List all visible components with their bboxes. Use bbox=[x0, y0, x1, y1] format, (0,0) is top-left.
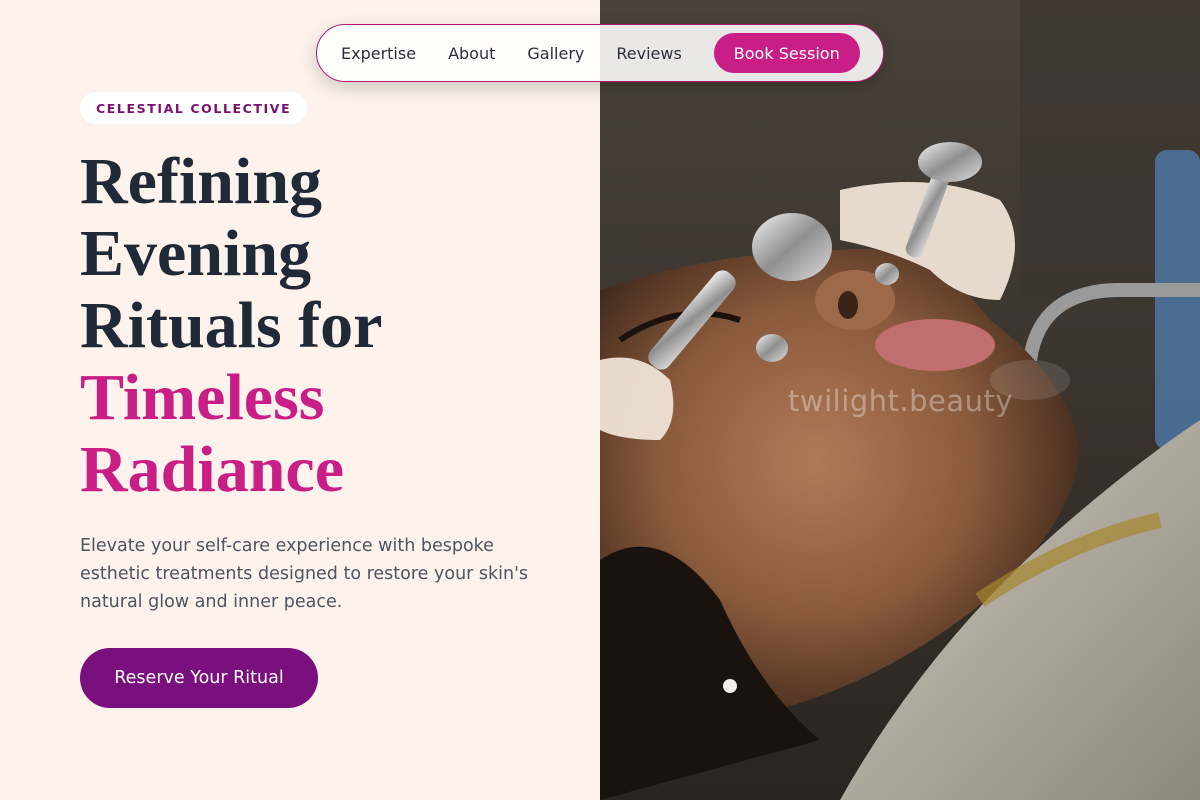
headline-line-2: Evening bbox=[80, 217, 312, 290]
book-session-button[interactable]: Book Session bbox=[713, 33, 860, 73]
nav-link-expertise[interactable]: Expertise bbox=[341, 44, 416, 63]
watermark-text: twilight.beauty bbox=[788, 384, 1014, 418]
hero-headline: Refining Evening Rituals for Timeless Ra… bbox=[80, 146, 580, 506]
headline-accent-line-2: Radiance bbox=[80, 433, 344, 506]
hero-image: twilight.beauty bbox=[600, 0, 1200, 800]
headline-accent-line-1: Timeless bbox=[80, 361, 325, 434]
top-navigation: Expertise About Gallery Reviews Book Ses… bbox=[316, 24, 884, 82]
reserve-ritual-button[interactable]: Reserve Your Ritual bbox=[80, 648, 318, 708]
headline-line-3: Rituals for bbox=[80, 289, 383, 362]
brand-eyebrow-badge: CELESTIAL COLLECTIVE bbox=[80, 92, 308, 124]
nav-link-reviews[interactable]: Reviews bbox=[616, 44, 681, 63]
headline-line-1: Refining bbox=[80, 145, 323, 218]
hero-description: Elevate your self-care experience with b… bbox=[80, 536, 529, 612]
nav-link-about[interactable]: About bbox=[448, 44, 495, 63]
page: twilight.beauty Expertise About Gallery … bbox=[0, 0, 1200, 800]
nav-link-gallery[interactable]: Gallery bbox=[527, 44, 584, 63]
